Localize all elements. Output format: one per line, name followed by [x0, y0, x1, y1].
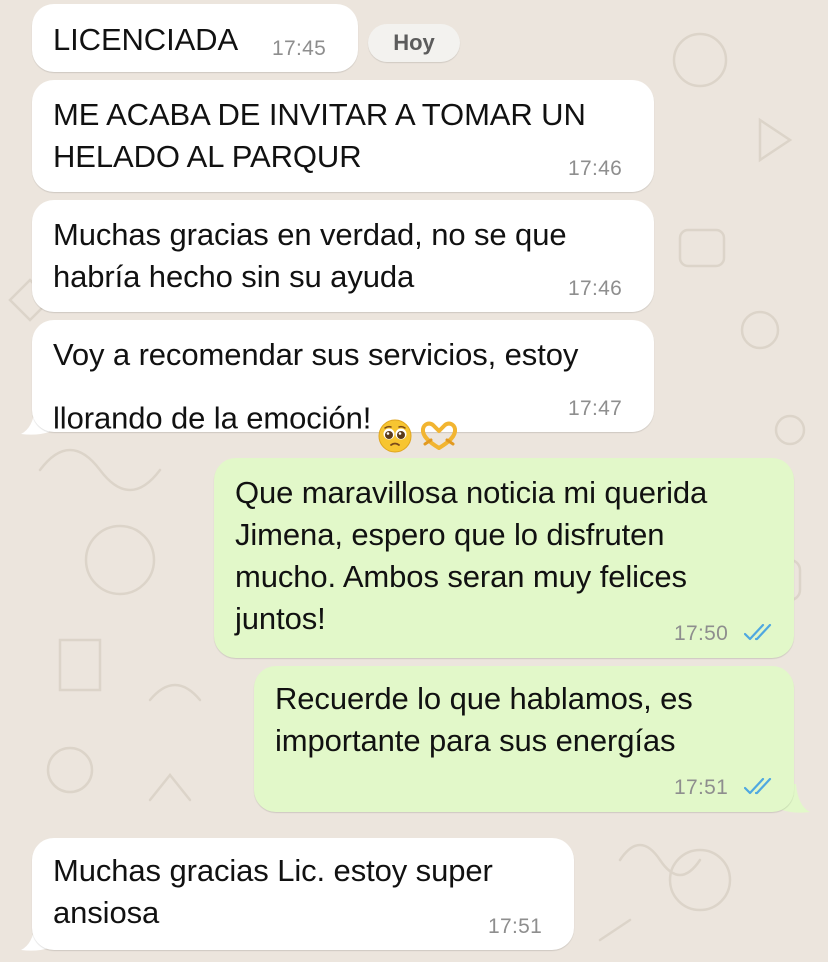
message-text-content: Voy a recomendar sus servicios, estoy ll… — [53, 337, 579, 436]
message-text: ME ACABA DE INVITAR A TOMAR UN HELADO AL… — [53, 97, 586, 174]
day-separator-badge: Hoy — [368, 24, 460, 62]
heart-hands-emoji — [419, 378, 459, 463]
message-timestamp: 17:51 — [674, 776, 729, 799]
message-text: Voy a recomendar sus servicios, estoy ll… — [53, 334, 578, 465]
message-bubble-incoming[interactable]: Muchas gracias Lic. estoy super ansiosa … — [32, 838, 574, 950]
message-text: LICENCIADA — [53, 22, 239, 57]
message-text: Que maravillosa noticia mi querida Jimen… — [235, 475, 708, 636]
message-timestamp: 17:45 — [272, 37, 327, 60]
message-timestamp: 17:51 — [488, 915, 543, 938]
read-receipt-double-check-icon — [744, 624, 772, 641]
message-timestamp: 17:46 — [568, 277, 623, 300]
message-bubble-outgoing[interactable]: Recuerde lo que hablamos, es importante … — [254, 666, 794, 812]
message-timestamp: 17:50 — [674, 622, 729, 645]
pleading-face-emoji — [377, 376, 413, 465]
message-bubble-incoming[interactable]: ME ACABA DE INVITAR A TOMAR UN HELADO AL… — [32, 80, 654, 192]
message-bubble-incoming[interactable]: Voy a recomendar sus servicios, estoy ll… — [32, 320, 654, 453]
message-bubble-incoming[interactable]: LICENCIADA 17:45 — [32, 4, 358, 72]
message-text: Recuerde lo que hablamos, es importante … — [275, 681, 693, 758]
message-text: Muchas gracias Lic. estoy super ansiosa — [53, 853, 493, 930]
message-text: Muchas gracias en verdad, no se que habr… — [53, 217, 567, 294]
read-receipt-double-check-icon — [744, 778, 772, 795]
message-bubble-incoming[interactable]: Muchas gracias en verdad, no se que habr… — [32, 200, 654, 312]
message-bubble-outgoing[interactable]: Que maravillosa noticia mi querida Jimen… — [214, 458, 794, 658]
message-timestamp: 17:47 — [568, 397, 623, 420]
message-timestamp: 17:46 — [568, 157, 623, 180]
